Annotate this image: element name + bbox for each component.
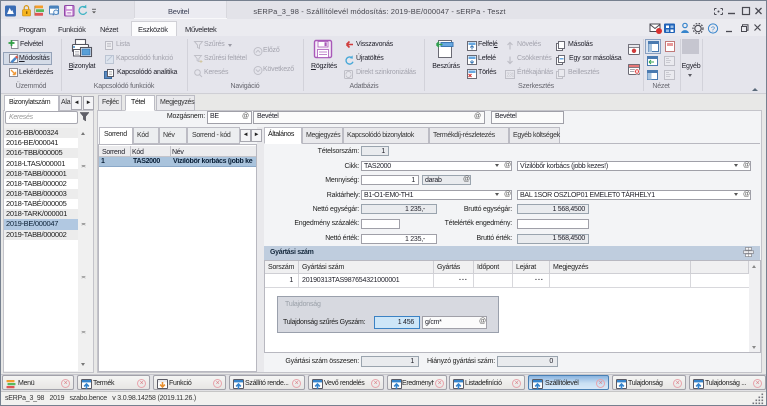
svg-text:231: 231: [507, 73, 515, 79]
svg-text:?: ?: [711, 27, 715, 34]
